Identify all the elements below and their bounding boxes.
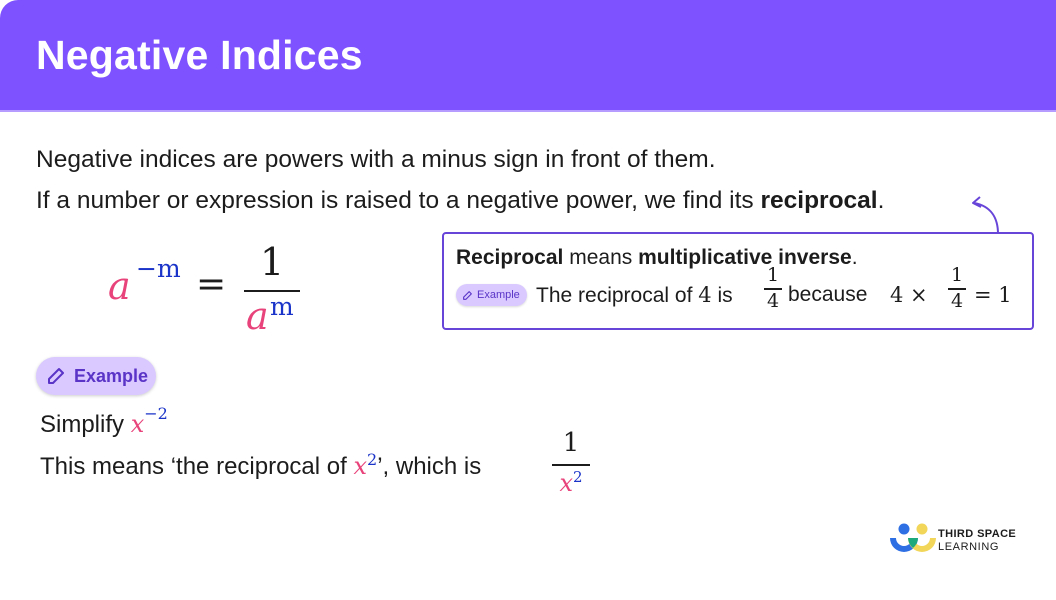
callout-definition: Reciprocal means multiplicative inverse. (456, 246, 858, 270)
third-space-learning-logo: THIRD SPACE LEARNING (888, 523, 1028, 557)
example-explanation-mid: ’, which is (377, 453, 482, 480)
callout-product-frac-den: 4 (950, 290, 964, 312)
example-explanation-prefix: This means ‘the reciprocal of (40, 453, 354, 480)
header-banner: Negative Indices (0, 0, 1056, 112)
formula-denominator-exponent: m (270, 292, 294, 321)
example-answer-fraction: 1 x2 (552, 428, 590, 502)
negative-index-formula: a −m = 1 a m (108, 240, 308, 340)
callout-product-fraction: 1 4 (948, 264, 966, 314)
example-chip-label: Example (74, 365, 149, 386)
callout-definition-text: multiplicative inverse (638, 246, 852, 269)
callout-means: means (563, 246, 639, 269)
example-question-text: Simplify (40, 411, 131, 438)
example-question: Simplify x−2 (40, 404, 168, 439)
logo-text-line1: THIRD SPACE (938, 528, 1017, 540)
callout-example-chip: Example (456, 284, 527, 306)
callout-frac-num: 1 (766, 264, 780, 286)
callout-frac-den: 4 (766, 290, 780, 312)
callout-number: 4 (698, 283, 712, 307)
intro-line-1: Negative indices are powers with a minus… (36, 146, 716, 173)
example-answer-den-exponent: 2 (573, 468, 583, 486)
reciprocal-definition-callout: Reciprocal means multiplicative inverse.… (442, 232, 1034, 330)
callout-fraction-one-quarter: 1 4 (764, 264, 782, 314)
logo-text-line2: LEARNING (938, 541, 1000, 553)
formula-equals: = (196, 264, 227, 305)
formula-exponent: −m (136, 254, 181, 283)
example-answer-num: 1 (562, 428, 580, 458)
intro-line-2-suffix: . (877, 187, 885, 214)
intro-line-2-prefix: If a number or expression is raised to a… (36, 187, 761, 214)
formula-denominator-base: a (246, 294, 269, 338)
callout-term: Reciprocal (456, 246, 564, 269)
example-chip: Example (36, 357, 156, 395)
callout-because: because (788, 283, 868, 306)
example-answer-den: x2 (552, 468, 590, 497)
logo-mark-icon (890, 523, 936, 552)
callout-is: is (711, 284, 733, 307)
callout-example-chip-label: Example (477, 289, 520, 301)
callout-product-left: 4 × (890, 283, 928, 307)
example-explanation-exponent: 2 (367, 450, 378, 469)
example-answer-den-base: x (559, 469, 573, 497)
callout-product-frac-num: 1 (950, 264, 964, 286)
example-explanation-base: x (353, 452, 368, 480)
pointer-arrow-icon (972, 196, 999, 235)
formula-numerator: 1 (260, 240, 285, 284)
example-answer-bar (552, 464, 590, 466)
example-question-base: x (130, 410, 145, 438)
pencil-icon (48, 368, 64, 384)
formula-base: a (108, 264, 131, 308)
pencil-icon (463, 290, 472, 300)
callout-product-result: = 1 (974, 283, 1012, 307)
callout-example-prefix: The reciprocal of 4 is (536, 283, 733, 308)
callout-example: Example The reciprocal of 4 is 1 4 becau… (456, 264, 1026, 324)
reciprocal-keyword: reciprocal (760, 187, 878, 214)
page-title: Negative Indices (36, 32, 363, 78)
intro-line-2: If a number or expression is raised to a… (36, 187, 884, 215)
callout-period: . (851, 246, 858, 269)
example-explanation: This means ‘the reciprocal of x2’, which… (40, 450, 481, 481)
example-question-exponent: −2 (144, 404, 168, 423)
callout-example-prefix-text: The reciprocal of (536, 284, 699, 307)
